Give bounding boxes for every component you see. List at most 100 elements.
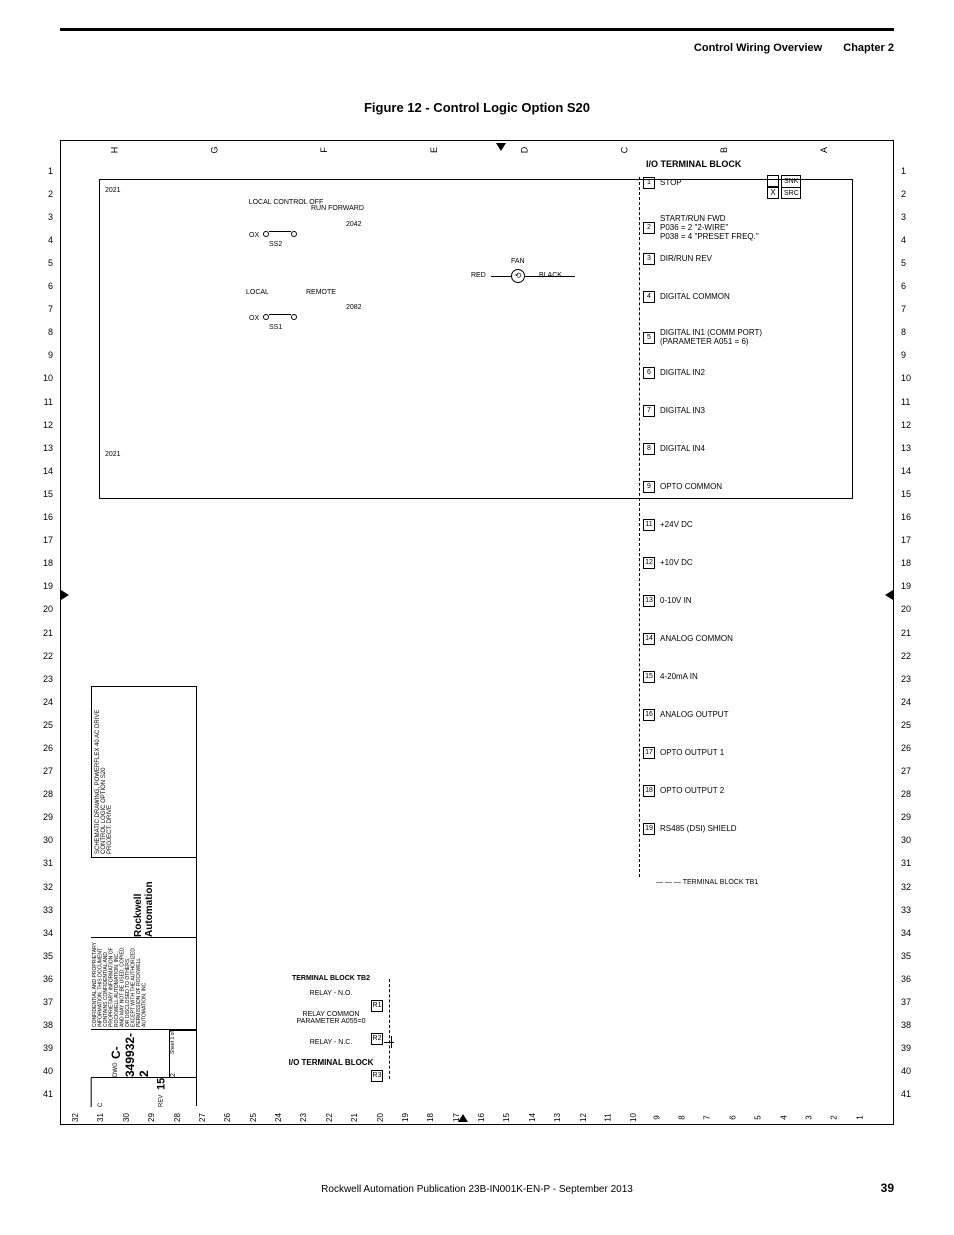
row-number: 10: [39, 373, 53, 383]
tb2-block: TERMINAL BLOCK TB2 RELAY - N.O. RELAY CO…: [236, 975, 426, 1105]
snk-src-box: SNK SRC: [781, 175, 801, 199]
row-number: 9: [901, 350, 915, 360]
wire-number: 2082: [346, 304, 362, 311]
col-number: 26: [223, 1113, 232, 1122]
terminal-number: 11: [643, 519, 655, 531]
row-number: 10: [901, 373, 915, 383]
row-number: 6: [901, 281, 915, 291]
row-number: 39: [901, 1043, 915, 1053]
row-number: 5: [39, 258, 53, 268]
col-number: 6: [728, 1115, 737, 1119]
row-number: 34: [39, 928, 53, 938]
chapter-label: Chapter 2: [843, 42, 894, 54]
src-checkbox: X: [767, 187, 779, 199]
col-number: 28: [172, 1113, 181, 1122]
terminal-label: ANALOG OUTPUT: [660, 711, 728, 720]
row-number: 8: [901, 327, 915, 337]
col-number: 11: [604, 1113, 613, 1121]
terminal-number: 6: [643, 367, 655, 379]
row-number: 17: [901, 535, 915, 545]
terminal-row: 9OPTO COMMON: [643, 481, 722, 493]
switch-wire: [269, 314, 291, 315]
terminal-number: 14: [643, 633, 655, 645]
fan-label: FAN: [511, 258, 525, 265]
terminal-number: 19: [643, 823, 655, 835]
terminal-label: DIGITAL IN2: [660, 369, 705, 378]
row-number: 23: [39, 674, 53, 684]
header-rule: [60, 28, 894, 31]
row-number: 20: [39, 604, 53, 614]
terminal-bus-line: [639, 177, 640, 877]
col-number: 29: [147, 1113, 156, 1122]
terminal-number: 4: [643, 291, 655, 303]
switch-wire: [269, 231, 291, 232]
col-number: 7: [703, 1115, 712, 1119]
snk-checkbox: [767, 175, 779, 187]
terminal-label: RS485 (DSI) SHIELD: [660, 825, 736, 834]
row-number: 17: [39, 535, 53, 545]
row-number: 31: [39, 858, 53, 868]
terminal-label: ANALOG COMMON: [660, 635, 733, 644]
fan-wire: [491, 276, 511, 277]
io-block-title: I/O TERMINAL BLOCK: [646, 159, 741, 169]
row-number: 6: [39, 281, 53, 291]
terminal-row: 11 +24V DC: [643, 519, 693, 531]
figure-title: Figure 12 - Control Logic Option S20: [0, 100, 954, 115]
row-number: 34: [901, 928, 915, 938]
row-number: 24: [39, 697, 53, 707]
row-number: 32: [901, 882, 915, 892]
row-number: 37: [39, 997, 53, 1007]
row-number: 29: [39, 812, 53, 822]
relay-r2: R2: [371, 1027, 383, 1045]
terminal-row: 7DIGITAL IN3: [643, 405, 705, 417]
terminal-row: 3DIR/RUN REV: [643, 253, 712, 265]
col-number: 20: [375, 1113, 384, 1122]
relay-no-label: RELAY - N.O.: [236, 990, 426, 997]
terminal-number: 17: [643, 747, 655, 759]
terminal-label: DIGITAL IN3: [660, 407, 705, 416]
row-number: 2: [901, 189, 915, 199]
row-number: 1: [901, 166, 915, 176]
terminal-label: +10V DC: [660, 559, 693, 568]
relay-tap: [391, 1036, 392, 1048]
row-number: 36: [901, 974, 915, 984]
row-number: 33: [39, 905, 53, 915]
terminal-number: 2: [643, 222, 655, 234]
footer-pub: Rockwell Automation Publication 23B-IN00…: [0, 1184, 954, 1195]
row-number: 5: [901, 258, 915, 268]
terminal-row: 19 RS485 (DSI) SHIELD: [643, 823, 736, 835]
row-number: 22: [901, 651, 915, 661]
arrow-left-icon: [885, 590, 893, 600]
terminal-row: 14 ANALOG COMMON: [643, 633, 733, 645]
terminal-label: +24V DC: [660, 521, 693, 530]
terminal-number: 15: [643, 671, 655, 683]
row-number: 27: [901, 766, 915, 776]
row-number: 41: [901, 1089, 915, 1099]
io-block-title-2: I/O TERMINAL BLOCK: [236, 1058, 426, 1067]
wire-number: 2042: [346, 221, 362, 228]
row-number: 7: [39, 304, 53, 314]
row-number: 16: [901, 512, 915, 522]
row-number: 9: [39, 350, 53, 360]
col-number: 9: [652, 1115, 661, 1119]
size-label: C: [98, 1103, 104, 1107]
arrow-right-icon: [61, 590, 69, 600]
terminal-row: 18OPTO OUTPUT 2: [643, 785, 724, 797]
row-number: 21: [39, 628, 53, 638]
row-number: 4: [901, 235, 915, 245]
row-number: 14: [39, 466, 53, 476]
row-number: 36: [39, 974, 53, 984]
rockwell-logo: Rockwell Automation: [133, 858, 155, 937]
row-number: 3: [901, 212, 915, 222]
wire-ref: 2021: [105, 187, 121, 194]
row-number: 2: [39, 189, 53, 199]
terminal-number: 9: [643, 481, 655, 493]
terminal-row: 4DIGITAL COMMON: [643, 291, 730, 303]
dwg-prefix: DWG: [113, 1062, 119, 1077]
terminal-number: 5: [643, 332, 655, 344]
remote-label: REMOTE: [306, 289, 336, 296]
wire-ref: 2021: [105, 451, 121, 458]
col-number: 8: [678, 1115, 687, 1119]
section-title: Control Wiring Overview: [694, 42, 822, 54]
row-number: 33: [901, 905, 915, 915]
